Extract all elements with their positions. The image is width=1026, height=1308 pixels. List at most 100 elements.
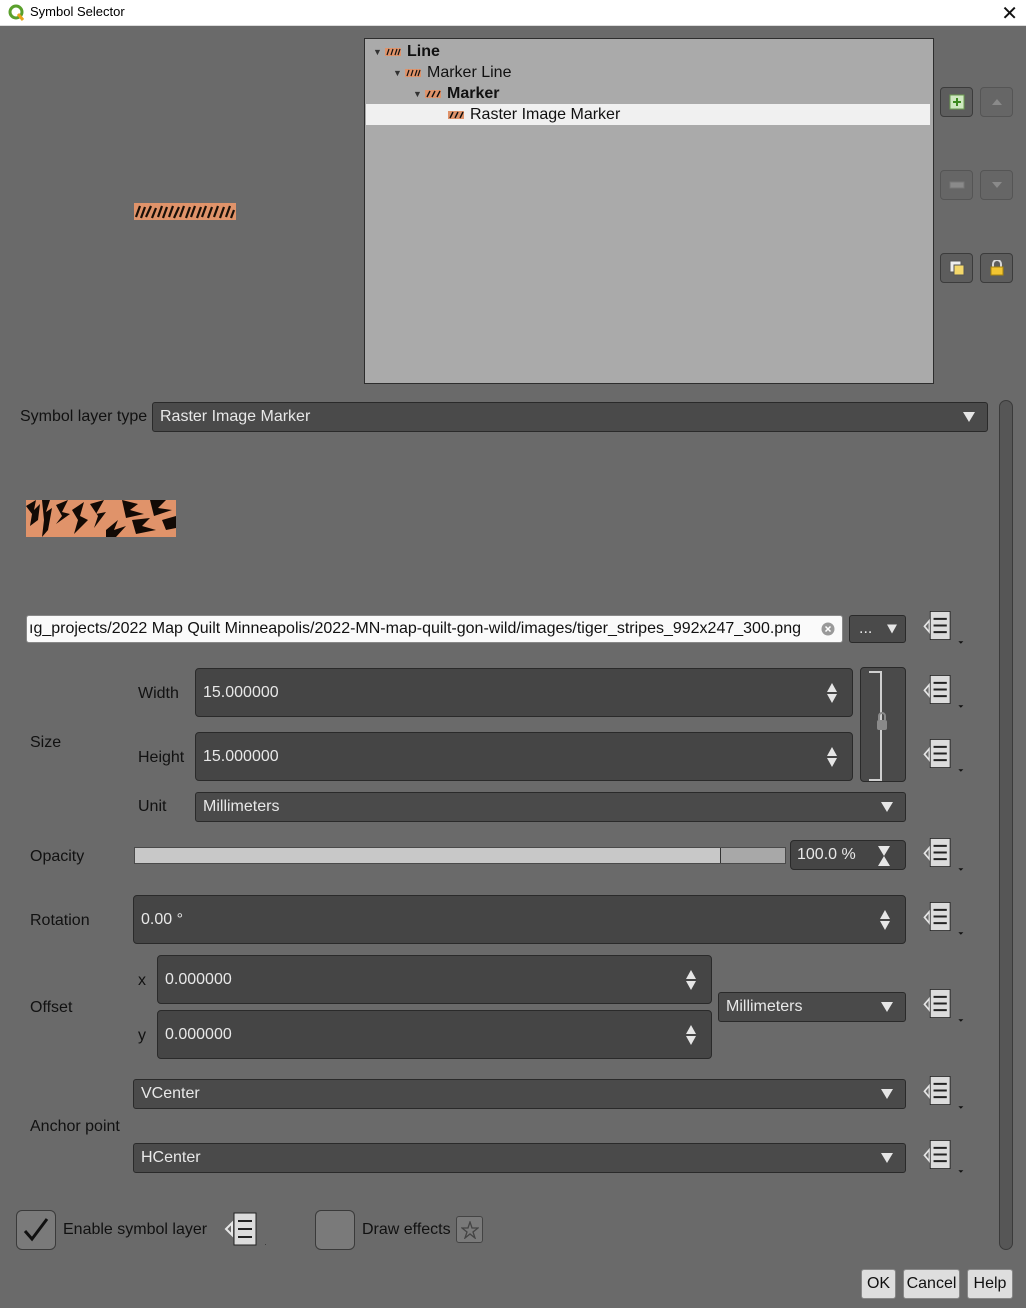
opacity-label: Opacity bbox=[30, 848, 85, 865]
spin-arrows-icon[interactable] bbox=[685, 969, 697, 991]
panel-scrollbar[interactable] bbox=[999, 400, 1013, 1250]
anchor-vertical-data-defined-override-icon[interactable] bbox=[917, 1073, 965, 1113]
spin-arrows-icon[interactable] bbox=[879, 909, 891, 931]
opacity-spinbox[interactable]: 100.0 % bbox=[790, 840, 906, 870]
rotation-value: 0.00 ° bbox=[141, 910, 183, 928]
height-data-defined-override-icon[interactable] bbox=[917, 736, 965, 776]
image-path-field[interactable]: ıg_projects/2022 Map Quilt Minneapolis/2… bbox=[26, 615, 843, 643]
clear-icon[interactable] bbox=[821, 622, 835, 636]
chevron-down-icon bbox=[881, 1089, 893, 1099]
qgis-icon bbox=[8, 4, 25, 21]
chevron-down-icon bbox=[881, 1153, 893, 1163]
symbol-layer-type-value: Raster Image Marker bbox=[160, 408, 311, 425]
anchor-point-label: Anchor point bbox=[30, 1118, 120, 1135]
anchor-horizontal-data-defined-override-icon[interactable] bbox=[917, 1137, 965, 1177]
expand-arrow-icon[interactable]: ▼ bbox=[373, 47, 385, 57]
draw-effects-checkbox[interactable] bbox=[315, 1210, 355, 1250]
browse-label: ... bbox=[859, 620, 873, 637]
offset-y-spinbox[interactable]: 0.000000 bbox=[157, 1010, 712, 1059]
offset-x-value: 0.000000 bbox=[165, 970, 232, 988]
image-path-data-defined-override-icon[interactable] bbox=[917, 608, 965, 648]
spin-arrows-icon[interactable] bbox=[877, 845, 891, 867]
tree-item-raster-image-marker[interactable]: Raster Image Marker bbox=[366, 104, 930, 125]
rotation-spinbox[interactable]: 0.00 ° bbox=[133, 895, 906, 944]
chevron-down-icon bbox=[881, 802, 893, 812]
height-value: 15.000000 bbox=[203, 747, 279, 765]
chevron-down-icon bbox=[963, 412, 975, 422]
opacity-data-defined-override-icon[interactable] bbox=[917, 835, 965, 875]
size-label: Size bbox=[30, 734, 62, 751]
marker-symbol-icon bbox=[425, 89, 441, 98]
opacity-slider[interactable] bbox=[134, 847, 786, 864]
anchor-horizontal-value: HCenter bbox=[141, 1149, 201, 1166]
duplicate-layer-button[interactable] bbox=[940, 253, 973, 283]
add-layer-button[interactable] bbox=[940, 87, 973, 117]
lock-color-button[interactable] bbox=[980, 253, 1013, 283]
enable-symbol-layer-checkbox[interactable] bbox=[16, 1210, 56, 1250]
cancel-button[interactable]: Cancel bbox=[903, 1269, 960, 1299]
image-path-value: ıg_projects/2022 Map Quilt Minneapolis/2… bbox=[29, 620, 801, 637]
tree-item-label: Marker Line bbox=[427, 63, 512, 81]
tree-item-line[interactable]: ▼ Line bbox=[373, 41, 440, 62]
size-unit-combo[interactable]: Millimeters bbox=[195, 792, 906, 822]
chevron-down-icon bbox=[881, 1002, 893, 1012]
help-button[interactable]: Help bbox=[967, 1269, 1013, 1299]
effects-settings-button[interactable] bbox=[456, 1216, 483, 1243]
star-icon bbox=[460, 1220, 479, 1239]
offset-x-spinbox[interactable]: 0.000000 bbox=[157, 955, 712, 1004]
close-icon[interactable]: ✕ bbox=[1001, 1, 1018, 26]
move-down-icon bbox=[991, 182, 1002, 188]
ok-button[interactable]: OK bbox=[861, 1269, 896, 1299]
tree-item-marker[interactable]: ▼ Marker bbox=[413, 83, 499, 104]
tree-item-label: Raster Image Marker bbox=[470, 105, 621, 123]
draw-effects-label: Draw effects bbox=[362, 1221, 451, 1238]
add-layer-icon bbox=[949, 94, 964, 110]
anchor-vertical-combo[interactable]: VCenter bbox=[133, 1079, 906, 1109]
symbol-preview bbox=[134, 203, 236, 220]
expand-arrow-icon[interactable]: ▼ bbox=[413, 89, 425, 99]
line-symbol-icon bbox=[385, 47, 401, 56]
marker-line-icon bbox=[405, 68, 421, 77]
remove-layer-button[interactable] bbox=[940, 170, 973, 200]
unit-label: Unit bbox=[138, 798, 167, 815]
offset-y-label: y bbox=[138, 1027, 146, 1044]
symbol-layer-tree[interactable]: ▼ Line ▼ Marker Line ▼ Marker Raster Ima… bbox=[364, 38, 934, 384]
rotation-data-defined-override-icon[interactable] bbox=[917, 899, 965, 939]
offset-label: Offset bbox=[30, 999, 73, 1016]
remove-layer-icon bbox=[949, 181, 964, 189]
symbol-layer-type-combo[interactable]: Raster Image Marker bbox=[152, 402, 988, 432]
data-defined-override-icon[interactable] bbox=[218, 1209, 266, 1249]
anchor-horizontal-combo[interactable]: HCenter bbox=[133, 1143, 906, 1173]
opacity-slider-handle[interactable] bbox=[721, 848, 785, 863]
lock-aspect-ratio-button[interactable] bbox=[860, 667, 906, 782]
chevron-down-icon bbox=[887, 624, 897, 634]
raster-marker-icon bbox=[448, 110, 464, 119]
window-title: Symbol Selector bbox=[30, 4, 125, 19]
width-spinbox[interactable]: 15.000000 bbox=[195, 668, 853, 717]
move-down-button[interactable] bbox=[980, 170, 1013, 200]
browse-button[interactable]: ... bbox=[849, 615, 906, 643]
offset-data-defined-override-icon[interactable] bbox=[917, 986, 965, 1026]
chain-link-icon bbox=[869, 671, 887, 781]
move-up-icon bbox=[991, 99, 1002, 105]
width-label: Width bbox=[138, 685, 179, 702]
move-up-button[interactable] bbox=[980, 87, 1013, 117]
offset-unit-combo[interactable]: Millimeters bbox=[718, 992, 906, 1022]
height-label: Height bbox=[138, 749, 185, 766]
spin-arrows-icon[interactable] bbox=[826, 746, 838, 768]
spin-arrows-icon[interactable] bbox=[826, 682, 838, 704]
title-bar: Symbol Selector ✕ bbox=[0, 0, 1026, 26]
raster-image-preview bbox=[26, 500, 176, 537]
symbol-layer-type-label: Symbol layer type bbox=[20, 408, 148, 425]
offset-x-label: x bbox=[138, 972, 146, 989]
offset-y-value: 0.000000 bbox=[165, 1025, 232, 1043]
rotation-label: Rotation bbox=[30, 912, 90, 929]
spin-arrows-icon[interactable] bbox=[685, 1024, 697, 1046]
tree-item-marker-line[interactable]: ▼ Marker Line bbox=[393, 62, 511, 83]
tree-item-label: Line bbox=[407, 42, 440, 60]
lock-icon bbox=[990, 260, 1003, 276]
height-spinbox[interactable]: 15.000000 bbox=[195, 732, 853, 781]
opacity-value: 100.0 % bbox=[797, 846, 856, 863]
expand-arrow-icon[interactable]: ▼ bbox=[393, 68, 405, 78]
width-data-defined-override-icon[interactable] bbox=[917, 672, 965, 712]
